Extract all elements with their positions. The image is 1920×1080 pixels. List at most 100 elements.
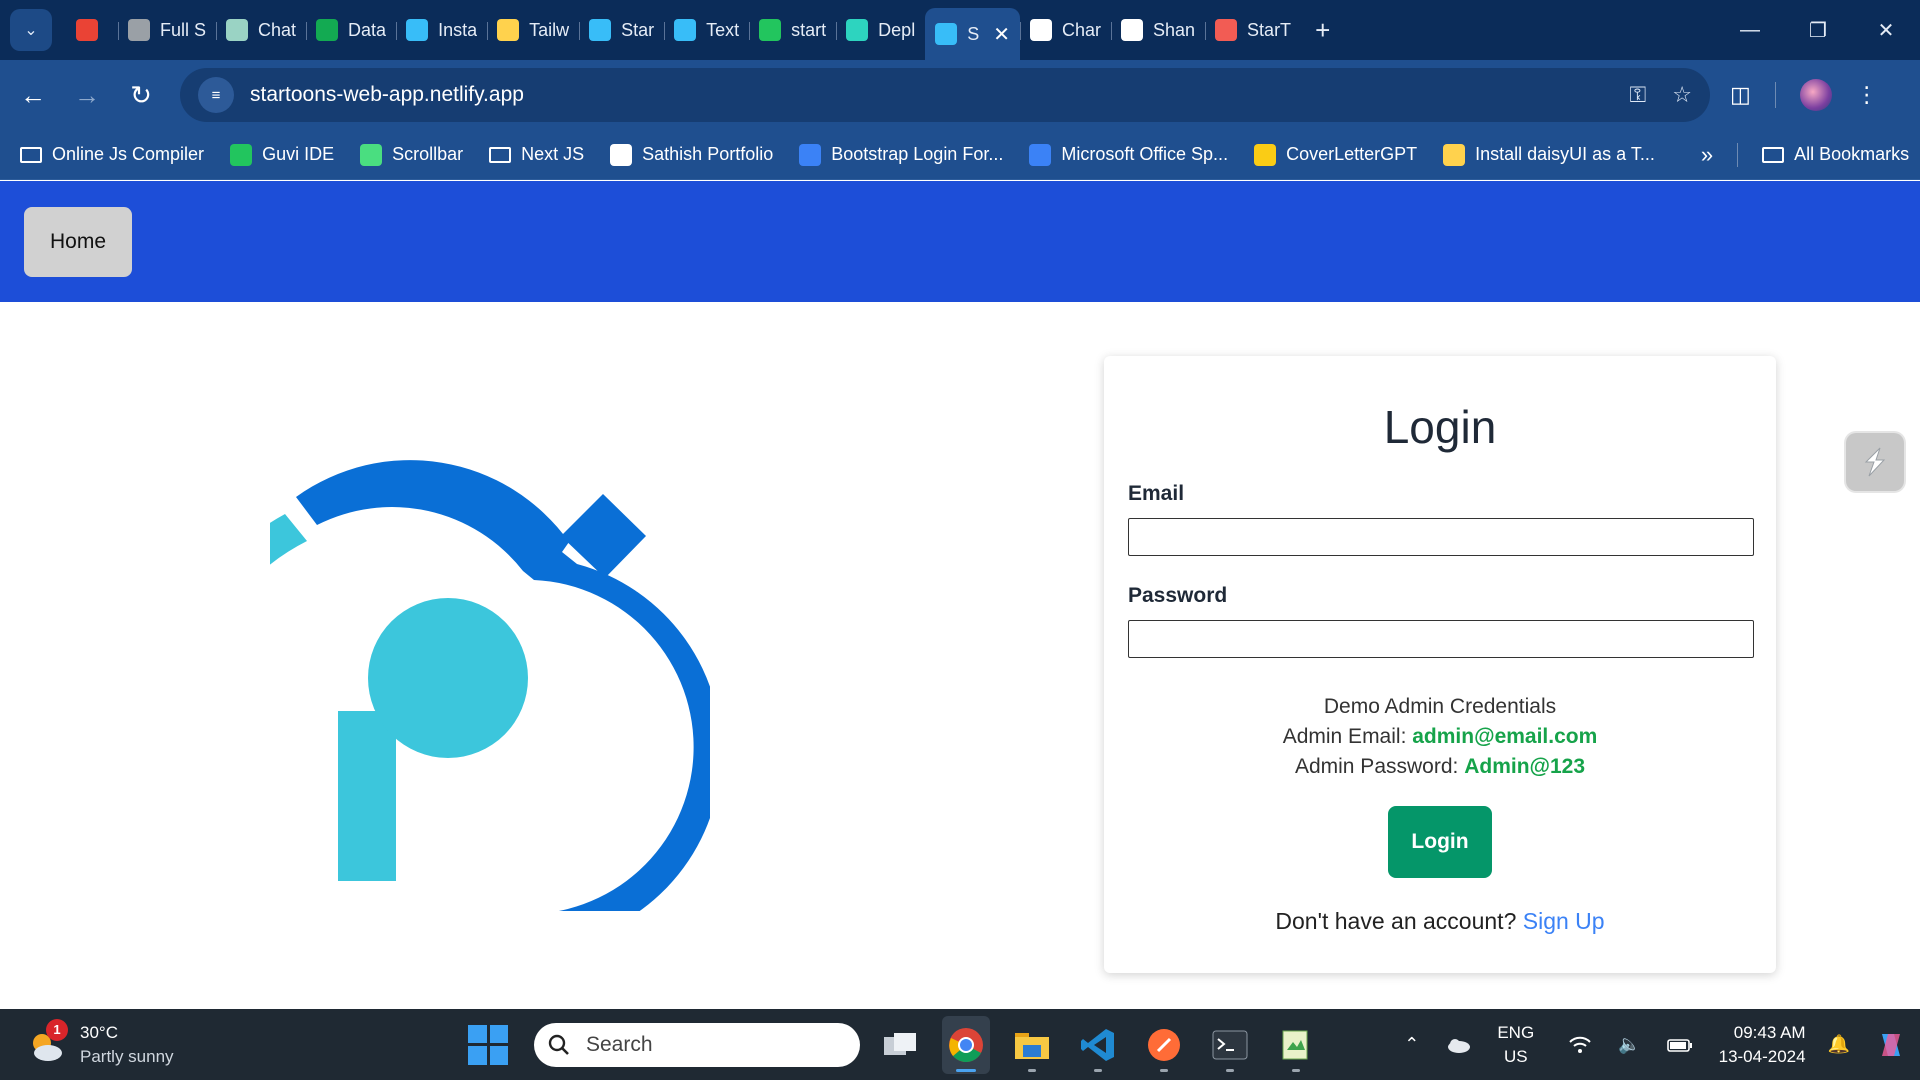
- browser-tab[interactable]: Data: [306, 8, 396, 52]
- bookmark-star-icon[interactable]: ☆: [1672, 82, 1692, 108]
- folder-icon: [20, 146, 42, 163]
- browser-tab[interactable]: [66, 8, 118, 52]
- demo-credentials: Demo Admin Credentials Admin Email: admi…: [1104, 692, 1776, 782]
- wifi-icon[interactable]: [1568, 1036, 1592, 1054]
- close-tab-icon[interactable]: ✕: [993, 22, 1010, 47]
- bookmark-item[interactable]: Install daisyUI as a T...: [1443, 143, 1655, 166]
- floating-extension-widget[interactable]: [1846, 433, 1904, 491]
- signup-link[interactable]: Sign Up: [1523, 908, 1605, 934]
- bookmark-item[interactable]: CoverLetterGPT: [1254, 143, 1417, 166]
- folder-icon: [489, 146, 512, 163]
- address-url[interactable]: startoons-web-app.netlify.app: [250, 83, 524, 107]
- bookmark-item[interactable]: Sathish Portfolio: [610, 143, 773, 166]
- bookmarks-overflow-icon[interactable]: »: [1701, 142, 1713, 168]
- site-info-icon[interactable]: ≡: [198, 77, 234, 113]
- tab-search-button[interactable]: ⌄: [10, 9, 52, 51]
- browser-tab[interactable]: StarT: [1205, 8, 1301, 52]
- more-menu-icon[interactable]: ⋮: [1856, 82, 1878, 108]
- minimize-icon[interactable]: —: [1716, 0, 1784, 60]
- volume-icon[interactable]: 🔈: [1618, 1034, 1640, 1055]
- daisyui-icon: [497, 19, 520, 41]
- bookmark-label: Next JS: [521, 144, 585, 164]
- browser-tab[interactable]: Star: [579, 8, 664, 52]
- tab-label: StarT: [1247, 19, 1292, 40]
- profile-avatar[interactable]: [1799, 79, 1832, 111]
- region-code: US: [1503, 1046, 1528, 1066]
- password-key-icon[interactable]: ⚿: [1630, 82, 1647, 108]
- bookmark-label: Scrollbar: [392, 144, 464, 164]
- browser-tab[interactable]: Char: [1019, 8, 1111, 52]
- email-input[interactable]: [1128, 518, 1754, 556]
- notepad-icon[interactable]: [1272, 1016, 1320, 1074]
- password-label: Password: [1128, 584, 1228, 607]
- admin-email-label: Admin Email:: [1282, 725, 1407, 748]
- close-window-icon[interactable]: ✕: [1852, 0, 1920, 60]
- onedrive-cloud-icon[interactable]: [1445, 1037, 1471, 1053]
- app-icon: [1215, 19, 1238, 41]
- taskbar-search[interactable]: Search: [534, 1022, 860, 1067]
- copilot-icon[interactable]: [1876, 1030, 1906, 1060]
- portfolio-icon: [610, 143, 633, 166]
- system-clock[interactable]: 09:43 AM 13-04-2024: [1719, 1021, 1806, 1069]
- browser-toolbar: ← → ↻ ≡ startoons-web-app.netlify.app ⚿ …: [0, 60, 1920, 130]
- browser-tab[interactable]: Full S: [118, 8, 216, 52]
- bookmark-item[interactable]: Next JS: [489, 144, 584, 165]
- browser-tab[interactable]: S ✕: [925, 8, 1020, 60]
- chatgpt-icon: [226, 19, 249, 41]
- tab-label: Text: [706, 19, 740, 40]
- system-tray: ⌃ ENG US 🔈 09:43 AM 13-04-2024 🔔: [1404, 1009, 1920, 1080]
- browser-tab[interactable]: Text: [664, 8, 749, 52]
- bookmark-item[interactable]: Guvi IDE: [230, 143, 335, 166]
- clock-time: 09:43 AM: [1733, 1022, 1806, 1042]
- bookmark-item[interactable]: Microsoft Office Sp...: [1029, 143, 1229, 166]
- bookmark-label: Guvi IDE: [262, 144, 335, 164]
- coverletter-icon: [1254, 143, 1277, 166]
- home-button[interactable]: Home: [24, 206, 132, 277]
- back-button[interactable]: ←: [6, 68, 60, 122]
- lightning-icon: [1864, 447, 1886, 477]
- weather-widget[interactable]: 1 30°C Partly sunny: [26, 1018, 174, 1069]
- browser-tab[interactable]: start: [749, 8, 836, 52]
- windows-start-icon[interactable]: [468, 1024, 508, 1065]
- battery-icon[interactable]: [1666, 1037, 1693, 1053]
- browser-tab[interactable]: Insta: [396, 8, 487, 52]
- address-bar[interactable]: ≡ startoons-web-app.netlify.app ⚿ ☆: [180, 68, 1710, 122]
- language-indicator[interactable]: ENG US: [1497, 1021, 1534, 1069]
- signup-prompt: Don't have an account? Sign Up: [1104, 908, 1776, 935]
- all-bookmarks[interactable]: All Bookmarks: [1762, 144, 1909, 165]
- task-view-icon[interactable]: [876, 1016, 924, 1074]
- password-input[interactable]: [1128, 620, 1754, 658]
- window-controls: — ❐ ✕: [1716, 0, 1920, 60]
- bookmark-item[interactable]: Online Js Compiler: [20, 144, 204, 165]
- bookmark-item[interactable]: Scrollbar: [360, 143, 464, 166]
- browser-tab[interactable]: Tailw: [487, 8, 579, 52]
- demo-heading: Demo Admin Credentials: [1323, 695, 1557, 718]
- extensions-icon[interactable]: ◫: [1730, 82, 1751, 108]
- chart-icon: [1029, 19, 1052, 41]
- chevron-up-icon[interactable]: ⌃: [1404, 1034, 1419, 1055]
- daisyui-icon: [1443, 143, 1466, 166]
- reload-button[interactable]: ↻: [114, 68, 168, 122]
- github-icon: [1121, 19, 1143, 41]
- forward-button[interactable]: →: [60, 68, 114, 122]
- browser-tab[interactable]: Chat: [216, 8, 306, 52]
- new-tab-button[interactable]: +: [1315, 15, 1330, 46]
- notification-bell-icon[interactable]: 🔔: [1828, 1034, 1850, 1055]
- browser-tab[interactable]: Shan: [1111, 8, 1205, 52]
- windows-taskbar: 1 30°C Partly sunny Search ⌃ ENG US 🔈 09…: [0, 1009, 1920, 1080]
- chrome-taskbar-icon[interactable]: [942, 1015, 990, 1074]
- browser-tab[interactable]: Depl: [836, 8, 925, 52]
- admin-email-line: Admin Email: admin@email.com: [1104, 722, 1776, 752]
- postman-icon[interactable]: [1140, 1016, 1188, 1074]
- terminal-icon[interactable]: [1206, 1016, 1254, 1074]
- bookmark-label: Microsoft Office Sp...: [1061, 144, 1229, 164]
- login-button[interactable]: Login: [1388, 806, 1492, 878]
- scrollbar-icon: [360, 143, 383, 166]
- file-explorer-icon[interactable]: [1008, 1016, 1056, 1074]
- bookmark-item[interactable]: Bootstrap Login For...: [799, 143, 1003, 166]
- gmail-icon: [76, 19, 98, 41]
- restore-icon[interactable]: ❐: [1784, 0, 1852, 60]
- vscode-icon[interactable]: [1074, 1016, 1122, 1074]
- admin-password-value: Admin@123: [1464, 755, 1586, 778]
- tailwind-icon: [406, 19, 429, 41]
